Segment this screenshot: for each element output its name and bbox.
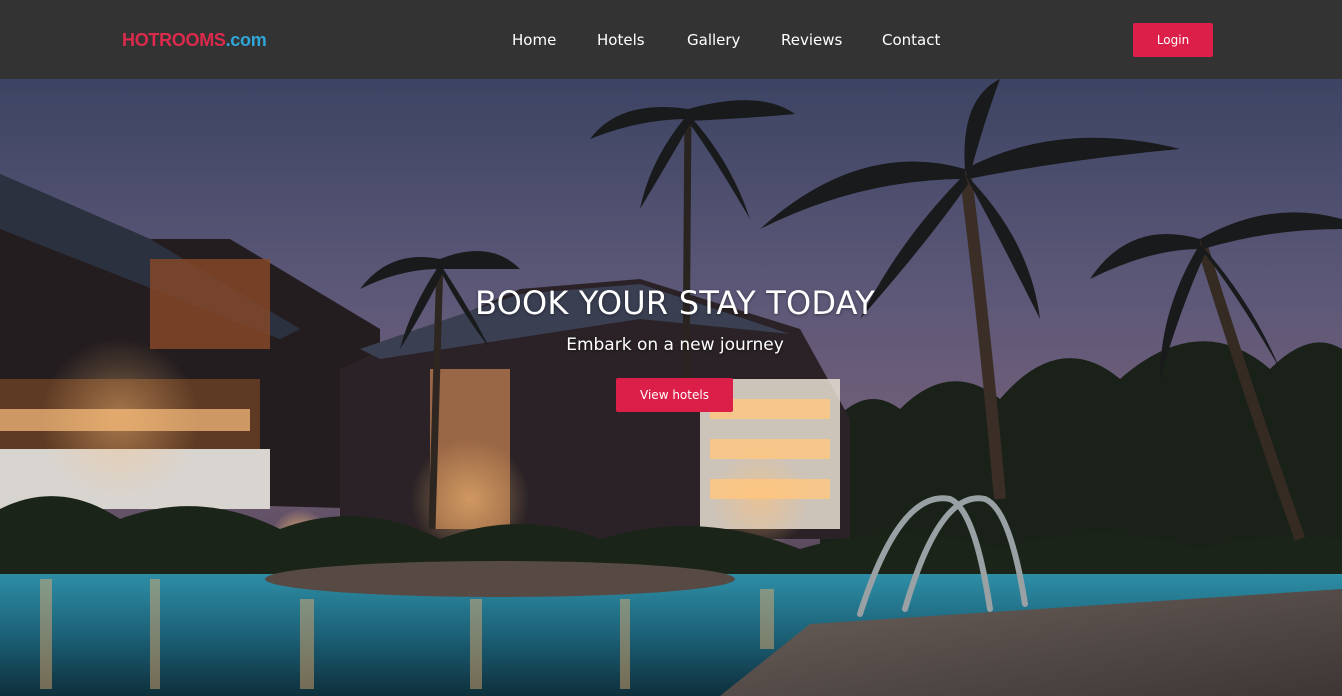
- login-button[interactable]: Login: [1133, 23, 1213, 57]
- nav-link-home[interactable]: Home: [512, 29, 556, 51]
- nav-link-contact[interactable]: Contact: [882, 29, 940, 51]
- nav-link-reviews[interactable]: Reviews: [781, 29, 842, 51]
- brand-name: HOTROOMS: [122, 30, 226, 50]
- brand-logo[interactable]: HOTROOMS.com: [122, 29, 267, 51]
- nav-link-hotels[interactable]: Hotels: [597, 29, 645, 51]
- view-hotels-button[interactable]: View hotels: [616, 378, 733, 412]
- hero-content: BOOK YOUR STAY TODAY Embark on a new jou…: [0, 79, 1342, 696]
- brand-domain: .com: [225, 30, 267, 50]
- nav-link-gallery[interactable]: Gallery: [687, 29, 740, 51]
- navbar: HOTROOMS.com Home Hotels Gallery Reviews…: [0, 0, 1342, 79]
- hero-title: BOOK YOUR STAY TODAY: [475, 284, 875, 322]
- hero-subtitle: Embark on a new journey: [566, 335, 784, 355]
- hero-section: BOOK YOUR STAY TODAY Embark on a new jou…: [0, 79, 1342, 696]
